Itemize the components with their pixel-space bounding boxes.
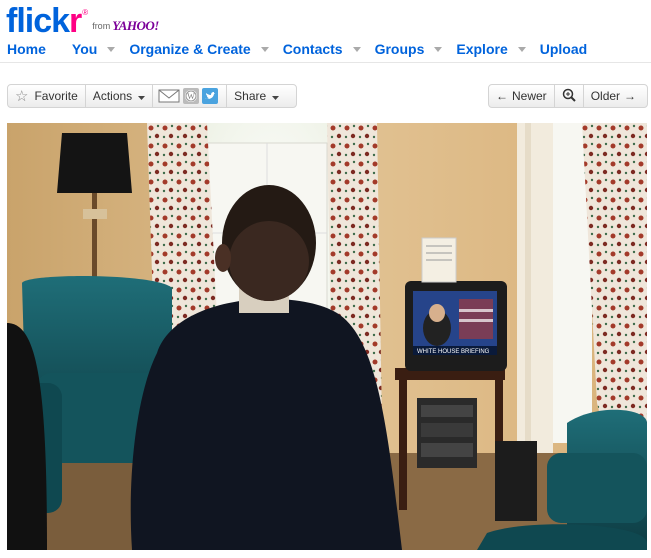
nav-item-you[interactable]: You xyxy=(72,41,129,57)
main-photo[interactable]: WHITE HOUSE BRIEFING xyxy=(7,123,647,550)
chevron-down-icon[interactable] xyxy=(430,41,446,57)
chevron-down-icon xyxy=(272,89,280,103)
arrow-right-icon: → xyxy=(624,89,637,103)
nav-item-home[interactable]: Home xyxy=(7,41,46,57)
email-icon[interactable] xyxy=(158,88,180,104)
logo-wordmark: flickr xyxy=(6,2,82,40)
chevron-down-icon xyxy=(138,89,146,103)
newer-label: Newer xyxy=(512,89,547,103)
zoom-icon xyxy=(562,88,576,105)
share-menu-button[interactable]: Share xyxy=(226,85,286,107)
flickr-logo[interactable]: flickr ® from YAHOO! xyxy=(6,2,159,38)
share-label: Share xyxy=(234,89,267,103)
star-icon: ☆ xyxy=(15,87,29,105)
chevron-down-icon[interactable] xyxy=(514,41,530,57)
favorite-button[interactable]: ☆ Favorite xyxy=(8,85,85,107)
nav-label[interactable]: Upload xyxy=(540,41,587,57)
nav-label[interactable]: Contacts xyxy=(283,41,343,57)
newer-button[interactable]: ← Newer xyxy=(489,85,554,107)
nav-label[interactable]: Organize & Create xyxy=(129,41,250,57)
chevron-down-icon[interactable] xyxy=(257,41,273,57)
nav-label[interactable]: Groups xyxy=(375,41,425,57)
older-label: Older xyxy=(590,89,621,103)
favorite-label: Favorite xyxy=(34,89,78,103)
registered-mark: ® xyxy=(82,8,89,17)
arrow-left-icon: ← xyxy=(496,89,508,103)
chevron-down-icon[interactable] xyxy=(103,41,119,57)
logo-text-blue: flick xyxy=(6,2,70,40)
tv-caption: WHITE HOUSE BRIEFING xyxy=(417,349,490,355)
nav-item-upload[interactable]: Upload xyxy=(540,41,587,57)
from-text: from xyxy=(92,21,111,31)
twitter-icon[interactable] xyxy=(202,88,219,104)
header-divider xyxy=(0,62,651,63)
svg-text:W: W xyxy=(187,92,195,101)
logo-text-pink: r xyxy=(69,2,82,40)
nav-label[interactable]: Home xyxy=(7,41,46,57)
actions-label: Actions xyxy=(92,89,133,103)
older-button[interactable]: Older → xyxy=(582,85,643,107)
main-nav: Home You Organize & Create Contacts Grou… xyxy=(7,40,587,58)
nav-label[interactable]: Explore xyxy=(456,41,507,57)
nav-item-organize[interactable]: Organize & Create xyxy=(129,41,282,57)
yahoo-logo: YAHOO! xyxy=(112,18,159,33)
nav-item-explore[interactable]: Explore xyxy=(456,41,539,57)
nav-item-contacts[interactable]: Contacts xyxy=(283,41,375,57)
nav-item-groups[interactable]: Groups xyxy=(375,41,457,57)
zoom-button[interactable] xyxy=(553,85,583,107)
photo-actions-toolbar: ☆ Favorite Actions W Share xyxy=(7,84,297,108)
photo-nav-toolbar: ← Newer Older → xyxy=(488,84,648,108)
nav-label[interactable]: You xyxy=(72,41,97,57)
share-icons-group: W xyxy=(152,85,226,107)
actions-menu-button[interactable]: Actions xyxy=(84,85,152,107)
chevron-down-icon[interactable] xyxy=(349,41,365,57)
wordpress-icon[interactable]: W xyxy=(183,88,200,104)
